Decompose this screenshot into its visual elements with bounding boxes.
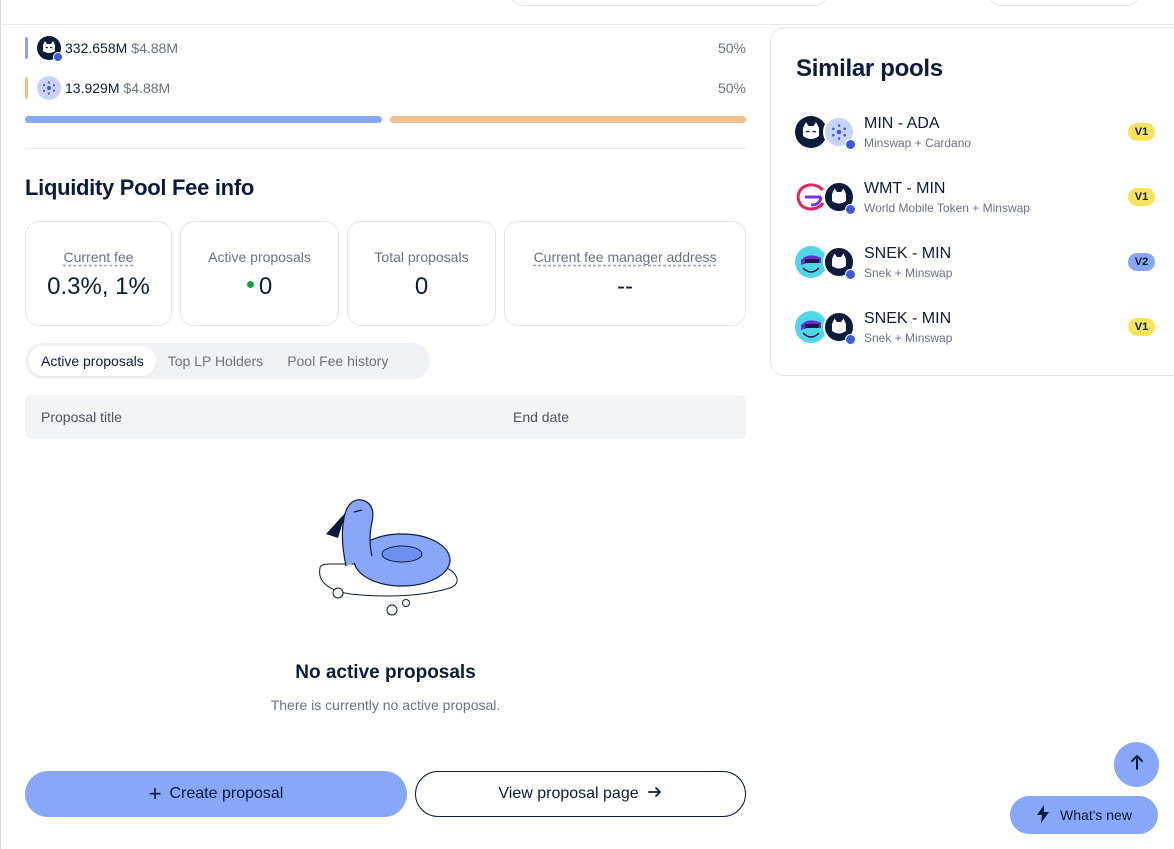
plus-icon: + [148, 781, 162, 806]
pool-tokens: Snek + Minswap [864, 266, 953, 280]
top-header [0, 0, 1174, 25]
whats-new-label: What's new [1060, 807, 1132, 823]
token-color-bar [25, 37, 28, 59]
section-divider [25, 148, 746, 149]
ratio-bar-min [25, 116, 382, 123]
stat-label[interactable]: Current fee [26, 249, 171, 265]
similar-pools-title: Similar pools [796, 55, 943, 82]
column-proposal-title: Proposal title [41, 409, 122, 425]
proposals-table-header: Proposal title End date [25, 395, 746, 439]
cardano-icon [37, 76, 61, 100]
fee-info-title: Liquidity Pool Fee info [25, 175, 254, 200]
arrow-up-icon [1128, 753, 1146, 776]
tab-pool-fee-history[interactable]: Pool Fee history [275, 346, 400, 376]
pool-tokens: Minswap + Cardano [864, 136, 972, 150]
empty-state-title: No active proposals [295, 662, 476, 683]
view-proposal-label: View proposal page [498, 785, 639, 802]
left-border [0, 0, 1, 849]
verified-check-icon [845, 204, 856, 215]
stat-fee-manager: Current fee manager address -- [504, 221, 746, 326]
stat-value: 0 [414, 273, 429, 300]
header-wallet-pill[interactable] [988, 0, 1140, 6]
column-end-date: End date [513, 409, 570, 425]
pool-name: WMT - MIN [864, 180, 946, 197]
similar-pools-card: Similar pools MIN - ADA Minswap + Cardan… [770, 27, 1174, 376]
minswap-cat-icon [37, 36, 63, 62]
version-badge: V2 [1128, 253, 1155, 271]
scroll-to-top-button[interactable] [1114, 742, 1159, 787]
create-proposal-button[interactable]: + Create proposal [25, 771, 407, 817]
version-badge: V1 [1128, 188, 1155, 206]
token-color-bar [25, 77, 28, 99]
pool-name: SNEK - MIN [864, 245, 952, 262]
token-percent: 50% [717, 80, 746, 96]
pool-item[interactable]: WMT - MIN World Mobile Token + Minswap V… [795, 177, 1165, 217]
empty-flamingo-illustration [310, 490, 462, 620]
stat-value: 0.3%, 1% [47, 273, 150, 300]
pool-name: SNEK - MIN [864, 310, 952, 327]
stat-value: -- [617, 273, 633, 300]
tab-top-lp-holders[interactable]: Top LP Holders [156, 346, 275, 376]
pool-tokens: World Mobile Token + Minswap [864, 201, 1030, 215]
token-usd-value: $4.88M [123, 80, 171, 96]
create-proposal-label: Create proposal [169, 785, 284, 802]
arrow-right-icon [647, 784, 663, 805]
token-amount: 332.658M [65, 40, 128, 56]
pool-item[interactable]: SNEK - MIN Snek + Minswap V2 [795, 242, 1165, 282]
stat-total-proposals: Total proposals 0 [347, 221, 496, 326]
view-proposal-page-button[interactable]: View proposal page [415, 771, 746, 817]
version-badge: V1 [1128, 123, 1155, 141]
pool-tokens: Snek + Minswap [864, 331, 953, 345]
status-dot-icon [246, 281, 254, 289]
whats-new-button[interactable]: What's new [1010, 796, 1158, 834]
token-amount: 13.929M [65, 80, 120, 96]
tab-active-proposals[interactable]: Active proposals [29, 346, 156, 376]
verified-check-icon [845, 269, 856, 280]
stat-active-proposals: Active proposals 0 [180, 221, 339, 326]
verified-check-icon [845, 139, 856, 150]
pool-token-row-ada: 13.929M $4.88M 50% [25, 76, 746, 100]
pool-name: MIN - ADA [864, 115, 940, 132]
proposal-tabs: Active proposals Top LP Holders Pool Fee… [25, 343, 430, 379]
verified-check-icon [845, 334, 856, 345]
header-search-pill[interactable] [510, 0, 828, 6]
pool-item[interactable]: SNEK - MIN Snek + Minswap V1 [795, 307, 1165, 347]
stat-current-fee: Current fee 0.3%, 1% [25, 221, 172, 326]
version-badge: V1 [1128, 318, 1155, 336]
stat-label: Total proposals [374, 249, 469, 265]
stat-value: 0 [258, 273, 273, 300]
pool-token-row-min: 332.658M $4.88M 50% [25, 36, 746, 62]
pool-item[interactable]: MIN - ADA Minswap + Cardano V1 [795, 112, 1165, 152]
lightning-icon [1036, 804, 1050, 826]
token-usd-value: $4.88M [131, 40, 178, 56]
token-percent: 50% [717, 40, 746, 56]
stat-label: Active proposals [208, 249, 311, 265]
stat-label[interactable]: Current fee manager address [505, 249, 745, 265]
empty-state-subtitle: There is currently no active proposal. [270, 697, 501, 713]
ratio-bar-ada [390, 116, 746, 123]
